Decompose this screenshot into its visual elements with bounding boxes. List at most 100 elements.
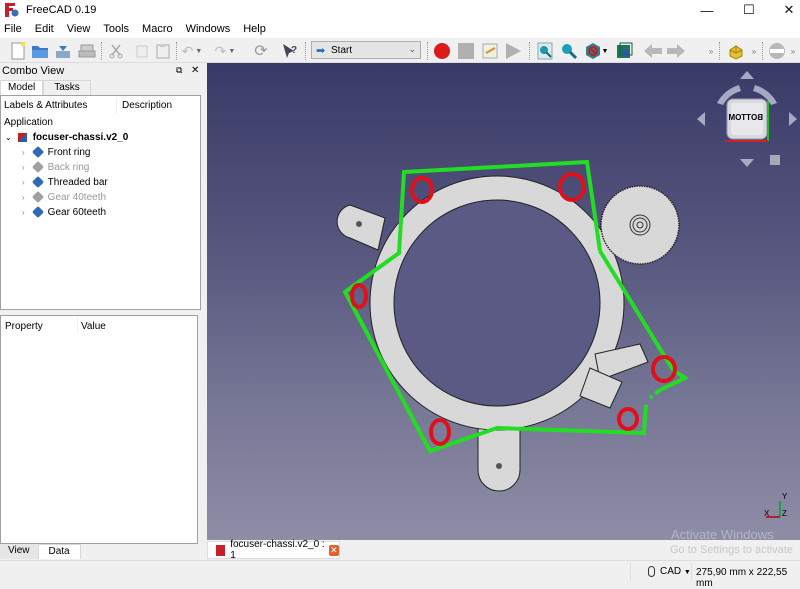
red-marker bbox=[558, 172, 586, 202]
redo-icon[interactable]: ↷ ▼ bbox=[215, 41, 236, 61]
paste-icon[interactable] bbox=[153, 41, 173, 61]
activation-watermark-sub: Go to Settings to activate bbox=[670, 544, 793, 556]
cut-icon[interactable] bbox=[106, 41, 126, 61]
menu-bar: File Edit View Tools Macro Windows Help bbox=[0, 20, 800, 38]
menu-view[interactable]: View bbox=[67, 23, 91, 35]
chevron-right-icon[interactable]: › bbox=[22, 148, 25, 157]
navcube-face-label: BOTTOM bbox=[728, 113, 763, 122]
part-icon bbox=[31, 205, 44, 219]
fit-selection-icon[interactable] bbox=[559, 41, 579, 61]
navigation-style-selector[interactable]: CAD ▼ bbox=[660, 566, 691, 577]
green-outline-dashed bbox=[648, 388, 662, 400]
menu-help[interactable]: Help bbox=[243, 23, 266, 35]
toolbar-overflow-3[interactable]: » bbox=[788, 41, 798, 61]
arrow-left-icon bbox=[697, 112, 705, 126]
tree-item[interactable]: › Threaded bar bbox=[22, 175, 108, 189]
model-tree: Labels & Attributes Description Applicat… bbox=[0, 95, 201, 310]
tab-data[interactable]: Data bbox=[37, 544, 81, 559]
close-panel-icon[interactable]: ✕ bbox=[191, 65, 199, 76]
svg-text:?: ? bbox=[291, 45, 297, 56]
3d-viewport[interactable]: BOTTOM Y X Z bbox=[207, 63, 800, 540]
chevron-right-icon[interactable]: › bbox=[22, 193, 25, 202]
property-column-header: Property bbox=[5, 321, 43, 332]
part-icon bbox=[31, 175, 44, 189]
mouse-icon bbox=[648, 566, 655, 577]
title-bar: FreeCAD 0.19 bbox=[0, 0, 800, 20]
tree-item[interactable]: › Gear 60teeth bbox=[22, 205, 106, 219]
tab-tasks[interactable]: Tasks bbox=[43, 80, 91, 95]
save-icon[interactable] bbox=[53, 41, 73, 61]
status-bar: CAD ▼ 275,90 mm x 222,55 mm bbox=[0, 560, 800, 589]
chevron-down-icon[interactable]: ⌄ bbox=[5, 133, 12, 142]
green-outline bbox=[342, 159, 648, 454]
tree-document[interactable]: ⌄ focuser-chassi.v2_0 bbox=[5, 130, 128, 144]
arrow-down-icon bbox=[740, 159, 754, 167]
value-column-header: Value bbox=[81, 321, 106, 332]
section-icon[interactable] bbox=[767, 41, 787, 61]
red-marker bbox=[617, 407, 639, 431]
tab-view[interactable]: View bbox=[0, 544, 38, 559]
tree-header: Labels & Attributes Description bbox=[4, 98, 201, 114]
freecad-logo-icon bbox=[5, 3, 19, 17]
print-icon[interactable] bbox=[77, 41, 97, 61]
property-tabs: View Data bbox=[0, 544, 81, 559]
minimize-button[interactable]: — bbox=[684, 0, 730, 20]
red-marker bbox=[429, 418, 451, 446]
property-editor: Property Value bbox=[0, 315, 198, 544]
tree-item[interactable]: › Front ring bbox=[22, 145, 90, 159]
chevron-right-icon[interactable]: › bbox=[22, 163, 25, 172]
nav-forward-icon[interactable] bbox=[666, 41, 686, 61]
nav-back-icon[interactable] bbox=[643, 41, 663, 61]
chevron-right-icon[interactable]: › bbox=[22, 178, 25, 187]
combo-view-header: Combo View ⧉ ✕ bbox=[2, 65, 200, 77]
fit-all-icon[interactable] bbox=[535, 41, 555, 61]
macro-stop-icon[interactable] bbox=[456, 41, 476, 61]
axis-indicator: Y X Z bbox=[764, 492, 788, 518]
menu-tools[interactable]: Tools bbox=[103, 23, 129, 35]
macro-record-icon[interactable] bbox=[432, 41, 452, 61]
toolbar-overflow-2[interactable]: » bbox=[749, 41, 759, 61]
part-icon bbox=[31, 145, 44, 159]
dimension-readout: 275,90 mm x 222,55 mm bbox=[696, 567, 788, 589]
freecad-logo-icon bbox=[216, 544, 226, 556]
new-file-icon[interactable] bbox=[8, 41, 28, 61]
whats-this-icon[interactable]: ? bbox=[280, 41, 300, 61]
copy-icon[interactable] bbox=[132, 41, 152, 61]
arrow-right-icon bbox=[789, 112, 797, 126]
close-tab-icon[interactable]: ✕ bbox=[328, 544, 339, 556]
document-tab[interactable]: focuser-chassi.v2_0 : 1 ✕ bbox=[207, 539, 340, 561]
chevron-down-icon: ⌄ bbox=[408, 44, 416, 54]
tab-model[interactable]: Model bbox=[0, 80, 44, 95]
navigation-cube[interactable]: BOTTOM bbox=[697, 71, 800, 176]
open-folder-icon[interactable] bbox=[30, 41, 50, 61]
workbench-selector[interactable]: ➡ Start ⌄ bbox=[311, 41, 421, 59]
refresh-icon[interactable]: ⟳ bbox=[251, 41, 271, 61]
part-icon bbox=[31, 190, 44, 204]
macro-edit-icon[interactable] bbox=[480, 41, 500, 61]
close-button[interactable]: ✕ bbox=[766, 0, 800, 20]
toolbar-overflow-1[interactable]: » bbox=[706, 41, 716, 61]
red-marker bbox=[350, 283, 368, 309]
part-icon[interactable] bbox=[726, 41, 746, 61]
green-outline bbox=[598, 249, 690, 392]
menu-windows[interactable]: Windows bbox=[186, 23, 231, 35]
window-title: FreeCAD 0.19 bbox=[26, 4, 97, 16]
red-marker bbox=[410, 176, 434, 204]
menu-macro[interactable]: Macro bbox=[142, 23, 173, 35]
undo-icon[interactable]: ↶ ▼ bbox=[182, 41, 203, 61]
menu-edit[interactable]: Edit bbox=[35, 23, 54, 35]
tree-root: Application bbox=[4, 116, 53, 128]
part-icon bbox=[31, 160, 44, 174]
combo-view-panel: Combo View ⧉ ✕ Model Tasks Labels & Attr… bbox=[0, 63, 207, 560]
macro-run-icon[interactable] bbox=[503, 41, 523, 61]
tree-item[interactable]: › Gear 40teeth bbox=[22, 190, 106, 204]
document-icon bbox=[17, 132, 27, 142]
float-icon[interactable]: ⧉ bbox=[176, 65, 182, 76]
arrow-right-icon: ➡ bbox=[316, 45, 326, 57]
tree-item[interactable]: › Back ring bbox=[22, 160, 89, 174]
draw-style-dropdown[interactable]: ▼ bbox=[600, 41, 610, 61]
menu-file[interactable]: File bbox=[4, 23, 22, 35]
arrow-up-icon bbox=[740, 71, 754, 79]
chevron-right-icon[interactable]: › bbox=[22, 208, 25, 217]
std-views-icon[interactable] bbox=[614, 41, 634, 61]
